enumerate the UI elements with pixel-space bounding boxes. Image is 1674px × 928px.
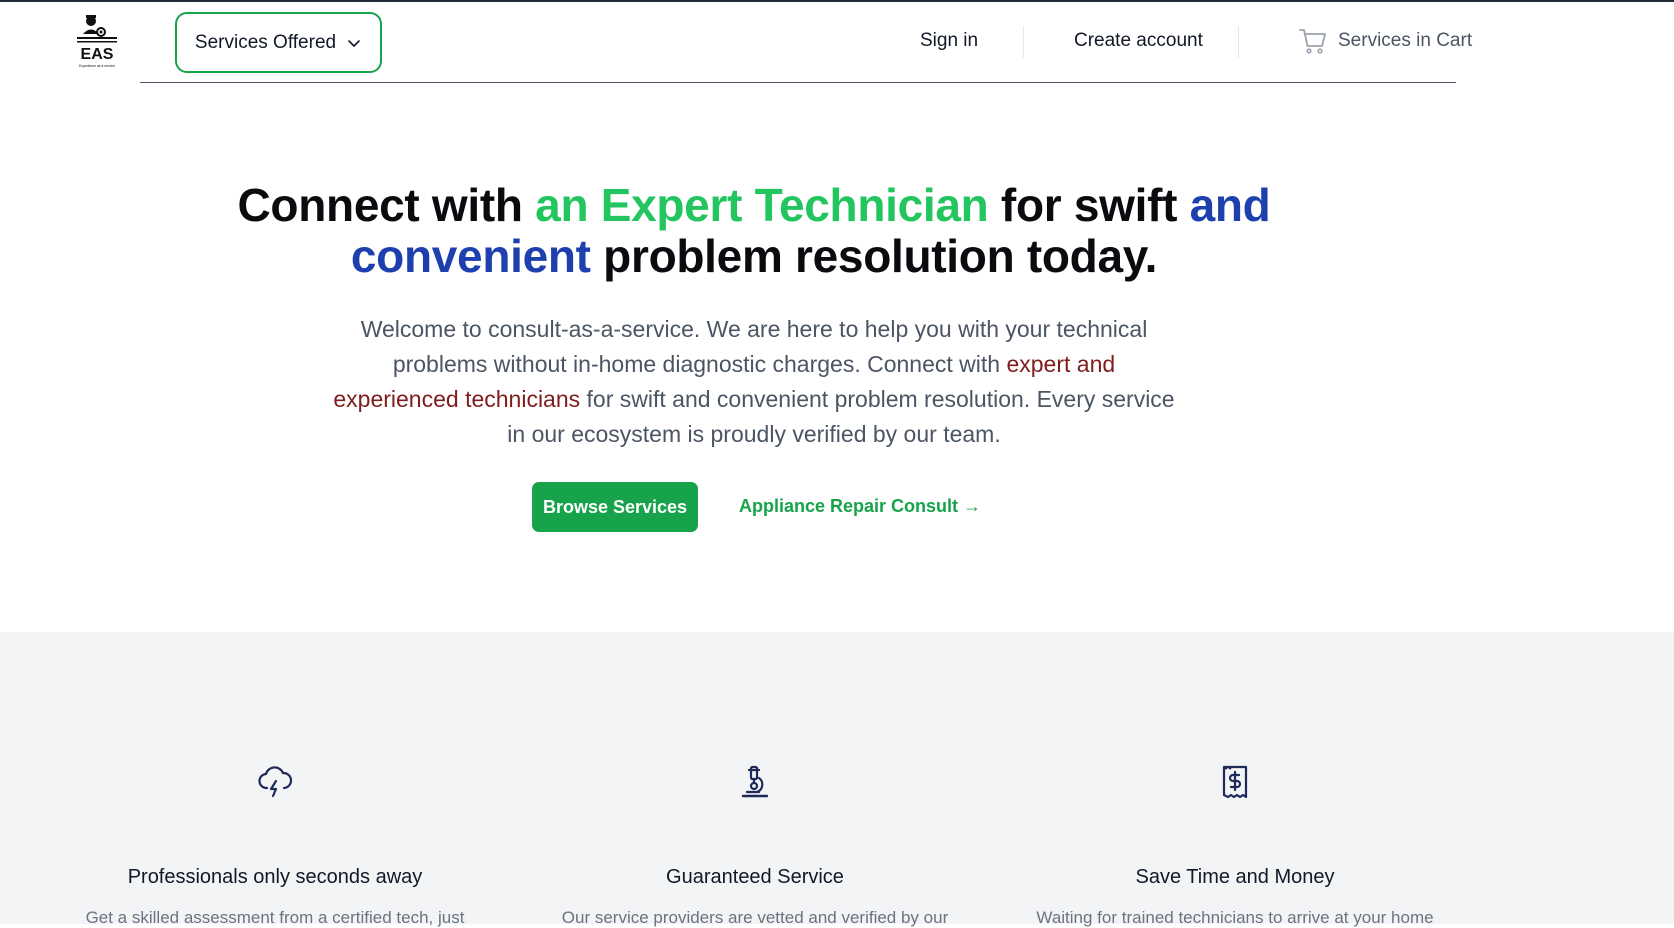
- hero-description: Welcome to consult-as-a-service. We are …: [330, 312, 1178, 452]
- cart-link[interactable]: Services in Cart: [1298, 26, 1472, 56]
- nav-divider: [1023, 26, 1024, 58]
- feature-title: Guaranteed Service: [666, 866, 844, 888]
- receipt-dollar-icon: [1222, 765, 1248, 799]
- browse-services-button[interactable]: Browse Services: [532, 482, 698, 532]
- svg-text:Experience as a service: Experience as a service: [79, 64, 115, 68]
- logo-icon: EAS Experience as a service: [77, 15, 117, 68]
- nav-divider: [1238, 26, 1239, 58]
- headline-highlight-green: an Expert Technician: [535, 179, 989, 231]
- feature-description: Get a skilled assessment from a certifie…: [85, 908, 465, 927]
- sign-in-link[interactable]: Sign in: [920, 30, 978, 52]
- feature-title: Professionals only seconds away: [127, 866, 423, 888]
- features-section: Professionals only seconds away Get a sk…: [0, 632, 1674, 927]
- appliance-repair-consult-link[interactable]: Appliance Repair Consult →: [739, 496, 981, 517]
- cloud-lightning-icon: [258, 766, 293, 798]
- services-offered-dropdown[interactable]: Services Offered: [175, 12, 382, 73]
- description-text: for swift and convenient problem resolut…: [507, 386, 1175, 447]
- hero-headline: Connect with an Expert Technician for sw…: [200, 180, 1308, 282]
- cart-label: Services in Cart: [1338, 30, 1473, 51]
- site-header: EAS Experience as a service Services Off…: [0, 2, 1674, 83]
- feature-title: Save Time and Money: [1135, 866, 1335, 888]
- headline-text: Connect with: [237, 179, 536, 231]
- logo[interactable]: EAS Experience as a service: [74, 12, 120, 74]
- feature-description: Waiting for trained technicians to arriv…: [1036, 908, 1434, 927]
- svg-text:EAS: EAS: [81, 46, 114, 63]
- cart-icon: [1299, 29, 1326, 54]
- services-offered-label: Services Offered: [194, 31, 337, 53]
- microscope-icon: [741, 765, 769, 798]
- feature-description: Our service providers are vetted and ver…: [561, 908, 949, 927]
- headline-text: for swift: [988, 179, 1190, 231]
- headline-text: problem resolution today.: [590, 230, 1158, 282]
- create-account-link[interactable]: Create account: [1074, 30, 1203, 52]
- chevron-down-icon: [348, 39, 360, 47]
- header-divider: [140, 82, 1456, 83]
